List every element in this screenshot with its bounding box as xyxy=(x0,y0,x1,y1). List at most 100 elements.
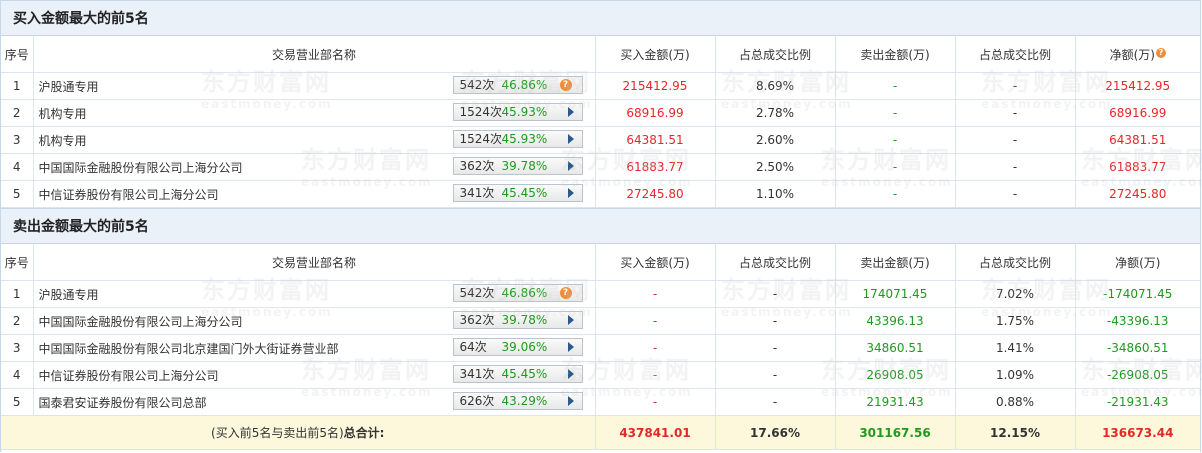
row-num: 1 xyxy=(1,280,34,308)
branch-name-cell: 沪股通专用 542次 46.86%? xyxy=(33,280,596,308)
row-num: 3 xyxy=(1,126,34,154)
table-row: 1 沪股通专用 542次 46.86%? - -174071.45 7.02% -174071… xyxy=(1,280,1200,308)
branch-count: 64次 xyxy=(459,340,487,354)
branch-name-link[interactable]: 国泰君安证券股份有限公司总部 xyxy=(39,396,207,410)
branch-name-link[interactable]: 沪股通专用 xyxy=(39,80,99,94)
branch-stats-button[interactable]: 64次 39.06% xyxy=(452,338,583,356)
branch-name-link[interactable]: 机构专用 xyxy=(39,107,87,121)
branch-stats-button[interactable]: 362次 39.78% xyxy=(452,311,583,329)
branch-win-rate: 45.93% xyxy=(501,132,548,146)
buy-table: 序号 交易营业部名称 买入金额(万) 占总成交比例 卖出金额(万) 占总成交比例… xyxy=(1,36,1200,208)
total-label: (买入前5名与卖出前5名)总合计: xyxy=(1,415,596,450)
header-pct1: 占总成交比例 xyxy=(715,36,836,73)
table-row: 2 中国国际金融股份有限公司上海分公司 362次 39.78% - -43396.13 1.… xyxy=(1,307,1200,335)
branch-name-link[interactable]: 中国国际金融股份有限公司北京建国门外大街证券营业部 xyxy=(39,342,339,356)
branch-name-link[interactable]: 中信证券股份有限公司上海分公司 xyxy=(39,369,219,383)
buy-amount: 27245.80 xyxy=(595,180,716,208)
sell-ratio: 1.09% xyxy=(955,361,1076,389)
header-num: 序号 xyxy=(1,244,34,281)
header-net: 净额(万)? xyxy=(1075,36,1200,73)
row-num: 5 xyxy=(1,180,34,208)
arrow-right-icon[interactable] xyxy=(567,188,574,198)
arrow-right-icon[interactable] xyxy=(567,134,574,144)
branch-name-cell: 国泰君安证券股份有限公司总部 626次 43.29% xyxy=(33,388,596,416)
header-net: 净额(万) xyxy=(1075,244,1200,281)
row-num: 5 xyxy=(1,388,34,416)
arrow-right-icon[interactable] xyxy=(567,161,574,171)
arrow-right-icon[interactable] xyxy=(567,315,574,325)
arrow-right-icon[interactable] xyxy=(567,396,574,406)
table-row: 1 沪股通专用 542次 46.86%? 215412.95 8.69% - -215412.… xyxy=(1,72,1200,100)
buy-ratio: 2.50% xyxy=(715,153,836,181)
buy-amount: 68916.99 xyxy=(595,99,716,127)
branch-stats-button[interactable]: 542次 46.86%? xyxy=(452,76,583,94)
question-icon[interactable]: ? xyxy=(559,79,572,91)
branch-stats-button[interactable]: 362次 39.78% xyxy=(452,157,583,175)
branch-stats-button[interactable]: 542次 46.86%? xyxy=(452,284,583,302)
sell-section-title: 卖出金额最大的前5名 xyxy=(1,208,1200,244)
header-name: 交易营业部名称 xyxy=(33,36,596,73)
sell-ratio: 0.88% xyxy=(955,388,1076,416)
table-row: 4 中国国际金融股份有限公司上海分公司 362次 39.78% 61883.77 2.50… xyxy=(1,153,1200,181)
branch-name-link[interactable]: 中信证券股份有限公司上海分公司 xyxy=(39,188,219,202)
branch-win-rate: 39.78% xyxy=(501,159,548,173)
branch-stats-button[interactable]: 341次 45.45% xyxy=(452,184,583,202)
branch-win-rate: 39.78% xyxy=(501,313,548,327)
branch-count: 626次 xyxy=(459,394,495,408)
sell-ratio: - xyxy=(955,99,1076,127)
branch-count: 542次 xyxy=(459,286,495,300)
buy-ratio: - xyxy=(715,280,836,308)
branch-name-cell: 机构专用 1524次 45.93% xyxy=(33,99,596,127)
dragon-tiger-board: 买入金额最大的前5名 序号 交易营业部名称 买入金额(万) 占总成交比例 卖出金… xyxy=(0,0,1202,452)
sell-amount: - xyxy=(835,72,956,100)
net-amount: 64381.51 xyxy=(1075,126,1200,154)
question-icon[interactable]: ? xyxy=(1155,47,1166,58)
branch-win-rate: 46.86% xyxy=(501,286,548,300)
row-num: 2 xyxy=(1,99,34,127)
branch-name-cell: 中国国际金融股份有限公司北京建国门外大街证券营业部 64次 39.06% xyxy=(33,334,596,362)
sell-ratio: - xyxy=(955,180,1076,208)
buy-ratio: 2.60% xyxy=(715,126,836,154)
branch-stats-button[interactable]: 1524次 45.93% xyxy=(452,130,583,148)
branch-name-cell: 中信证券股份有限公司上海分公司 341次 45.45% xyxy=(33,361,596,389)
buy-ratio: - xyxy=(715,388,836,416)
buy-ratio: - xyxy=(715,334,836,362)
question-icon[interactable]: ? xyxy=(559,287,572,299)
sell-ratio: - xyxy=(955,72,1076,100)
branch-stats-button[interactable]: 1524次 45.93% xyxy=(452,103,583,121)
sell-ratio: 1.41% xyxy=(955,334,1076,362)
branch-name-link[interactable]: 沪股通专用 xyxy=(39,288,99,302)
sell-amount: - xyxy=(835,153,956,181)
header-pct1: 占总成交比例 xyxy=(715,244,836,281)
header-pct2: 占总成交比例 xyxy=(955,36,1076,73)
buy-amount: 64381.51 xyxy=(595,126,716,154)
row-num: 4 xyxy=(1,361,34,389)
branch-stats-button[interactable]: 626次 43.29% xyxy=(452,392,583,410)
branch-name-link[interactable]: 中国国际金融股份有限公司上海分公司 xyxy=(39,161,243,175)
branch-name-link[interactable]: 机构专用 xyxy=(39,134,87,148)
row-num: 4 xyxy=(1,153,34,181)
arrow-right-icon[interactable] xyxy=(567,107,574,117)
sell-amount: - xyxy=(835,99,956,127)
branch-stats-button[interactable]: 341次 45.45% xyxy=(452,365,583,383)
buy-section-title: 买入金额最大的前5名 xyxy=(1,0,1200,36)
arrow-right-icon[interactable] xyxy=(567,369,574,379)
branch-name-link[interactable]: 中国国际金融股份有限公司上海分公司 xyxy=(39,315,243,329)
row-num: 2 xyxy=(1,307,34,335)
buy-ratio: 1.10% xyxy=(715,180,836,208)
table-row: 5 中信证券股份有限公司上海分公司 341次 45.45% 27245.80 1.10% -… xyxy=(1,180,1200,208)
branch-count: 341次 xyxy=(459,186,495,200)
header-buy: 买入金额(万) xyxy=(595,36,716,73)
total-row: (买入前5名与卖出前5名)总合计: 437841.01 17.66% 30116… xyxy=(1,415,1200,450)
buy-ratio: - xyxy=(715,361,836,389)
buy-amount: - xyxy=(595,361,716,389)
arrow-right-icon[interactable] xyxy=(567,342,574,352)
branch-win-rate: 45.45% xyxy=(501,186,548,200)
sell-amount: - xyxy=(835,180,956,208)
sell-table-body: 1 沪股通专用 542次 46.86%? - -174071.45 7.02% -174071… xyxy=(1,280,1200,416)
header-num: 序号 xyxy=(1,36,34,73)
sell-ratio: - xyxy=(955,126,1076,154)
header-buy: 买入金额(万) xyxy=(595,244,716,281)
sell-table-header: 序号 交易营业部名称 买入金额(万) 占总成交比例 卖出金额(万) 占总成交比例… xyxy=(1,244,1200,281)
total-pct1: 17.66% xyxy=(715,415,836,450)
